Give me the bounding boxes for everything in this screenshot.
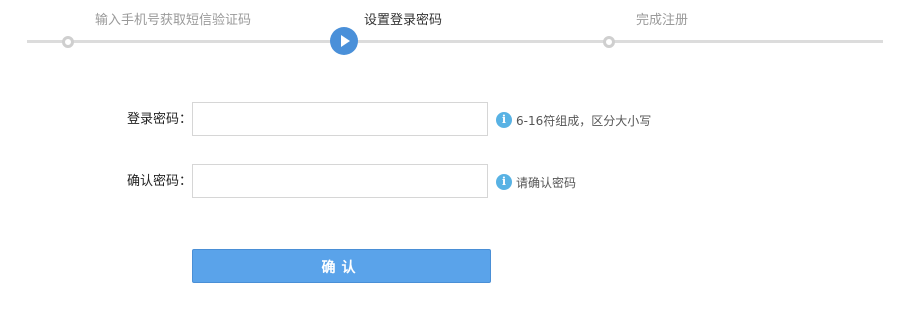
play-icon [341,35,350,47]
password-hint: i 6-16符组成，区分大小写 [496,111,651,129]
info-icon: i [496,174,512,190]
step-3-dot [603,35,615,48]
step-1-label: 输入手机号获取短信验证码 [95,13,252,28]
password-input[interactable] [192,102,488,136]
confirm-password-input[interactable] [192,164,488,198]
confirm-password-hint-text: 请确认密码 [516,175,577,190]
password-label: 登录密码： [126,112,192,127]
step-2-label: 设置登录密码 [364,13,443,28]
stepper-track [27,40,883,43]
registration-stepper: 输入手机号获取短信验证码 设置登录密码 完成注册 [0,0,923,60]
confirm-button[interactable]: 确认 [192,249,491,283]
step-3-label: 完成注册 [636,13,689,28]
password-hint-text: 6-16符组成，区分大小写 [516,113,652,128]
step-1-dot [62,35,74,48]
confirm-password-label: 确认密码： [126,174,192,189]
step-2-dot [330,27,358,55]
info-icon: i [496,112,512,128]
confirm-password-hint: i 请确认密码 [496,173,576,191]
